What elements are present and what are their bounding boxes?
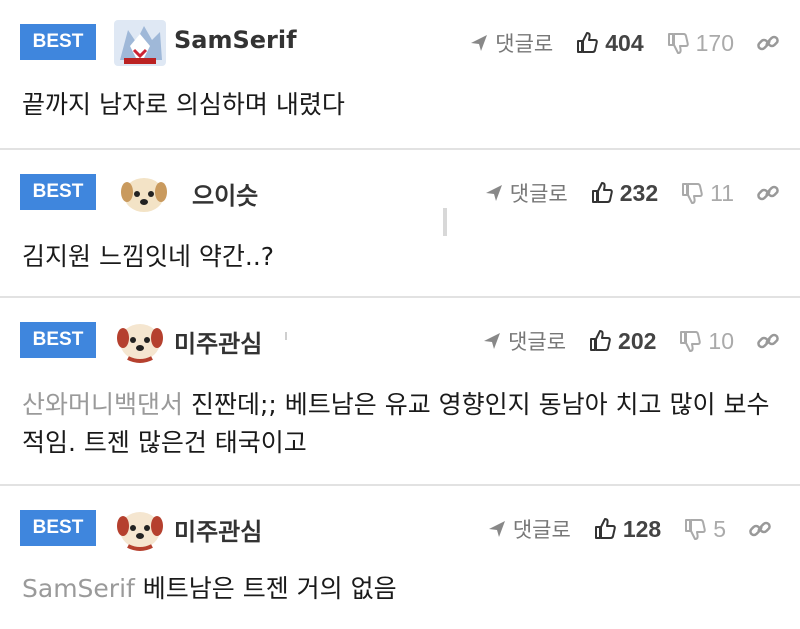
upvote-count: 202 [618,327,657,354]
comment-header: BEST 으이슷 댓글로 232 11 [20,170,780,216]
divider-mark [285,332,287,340]
reply-arrow-icon [488,521,505,537]
mention-link[interactable]: SamSerif [22,574,135,603]
link-icon[interactable] [748,517,772,541]
comment-item: BEST SamSerif 댓글로 404 170 끝까지 남자로 의심하며 내… [0,0,800,148]
comment-actions: 댓글로 232 11 [484,178,780,208]
best-badge: BEST [20,174,96,210]
comment-item: BEST 미주관심 댓글로 202 10 산와머니백댄서 진짠데;; 베트남은 … [0,296,800,484]
downvote-count: 10 [708,327,734,354]
downvote-count: 5 [713,515,726,542]
avatar[interactable] [114,318,166,364]
comment-actions: 댓글로 404 170 [469,28,780,58]
scroll-indicator [443,208,447,236]
reply-button[interactable]: 댓글로 [495,28,553,58]
comment-body: 끝까지 남자로 의심하며 내렸다 [22,90,345,119]
username[interactable]: SamSerif [174,26,297,54]
comment-body: 베트남은 트젠 거의 없음 [142,574,397,603]
username[interactable]: 미주관심 [174,512,262,547]
avatar[interactable] [114,506,166,552]
thumbs-down-icon[interactable] [680,181,704,205]
best-badge: BEST [20,510,96,546]
thumbs-up-icon[interactable] [575,31,599,55]
downvote-count: 170 [695,29,734,56]
link-icon[interactable] [756,31,780,55]
thumbs-up-icon[interactable] [593,517,617,541]
comment-header: BEST 미주관심 댓글로 202 10 [20,318,780,364]
comment-header: BEST SamSerif 댓글로 404 170 [20,20,780,66]
thumbs-up-icon[interactable] [588,329,612,353]
best-badge: BEST [20,24,96,60]
thumbs-up-icon[interactable] [590,181,614,205]
comment-header: BEST 미주관심 댓글로 128 5 [20,506,780,552]
comment-actions: 댓글로 202 10 [482,326,780,356]
downvote-count: 11 [710,179,734,206]
comment-text: 끝까지 남자로 의심하며 내렸다 [22,86,780,124]
avatar[interactable] [118,170,170,216]
reply-arrow-icon [485,185,502,201]
thumbs-down-icon[interactable] [683,517,707,541]
upvote-count: 232 [619,179,659,206]
best-badge: BEST [20,322,96,358]
reply-button[interactable]: 댓글로 [513,514,571,544]
username[interactable]: 으이슷 [192,176,258,211]
username[interactable]: 미주관심 [174,324,262,359]
avatar[interactable] [114,20,166,66]
reply-button[interactable]: 댓글로 [510,178,568,208]
thumbs-down-icon[interactable] [666,31,690,55]
comment-text: 김지원 느낌잇네 약간..? [22,238,780,276]
mention-link[interactable]: 산와머니백댄서 [22,390,183,419]
comment-item: BEST 으이슷 댓글로 232 11 김지원 느낌잇네 약간..? [0,148,800,296]
upvote-count: 404 [605,29,644,56]
comment-body: 김지원 느낌잇네 약간..? [22,242,275,271]
reply-arrow-icon [471,35,488,51]
comment-actions: 댓글로 128 5 [487,514,772,544]
link-icon[interactable] [756,181,780,205]
upvote-count: 128 [622,515,662,542]
reply-button[interactable]: 댓글로 [508,326,566,356]
thumbs-down-icon[interactable] [678,329,702,353]
reply-arrow-icon [484,333,501,349]
comment-text: SamSerif 베트남은 트젠 거의 없음 [22,570,780,608]
comment-item: BEST 미주관심 댓글로 128 5 SamSerif 베트남은 트젠 거의 … [0,484,800,629]
link-icon[interactable] [756,329,780,353]
comment-text: 산와머니백댄서 진짠데;; 베트남은 유교 영향인지 동남아 치고 많이 보수적… [22,386,780,462]
